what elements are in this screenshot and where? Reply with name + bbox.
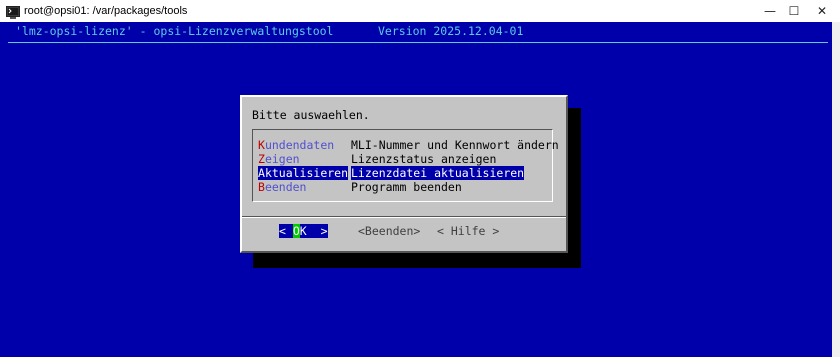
menu-item-aktualisieren[interactable]: Aktualisieren bbox=[258, 166, 349, 180]
menu-tag-label: eigen bbox=[264, 152, 300, 166]
menu-item-description[interactable]: Lizenzstatus anzeigen bbox=[351, 152, 496, 166]
menu-item-description[interactable]: Programm beenden bbox=[351, 180, 462, 194]
header-divider bbox=[8, 42, 828, 43]
hotkey-label: K bbox=[258, 138, 265, 152]
close-button[interactable]: ✕ bbox=[808, 0, 836, 22]
ok-button-left: < bbox=[279, 224, 293, 238]
menu-tag-label: ktualisieren bbox=[264, 166, 349, 180]
menu-item-description[interactable]: Lizenzdatei aktualisieren bbox=[351, 166, 525, 180]
ok-button-right: K > bbox=[299, 224, 328, 238]
beenden-button[interactable]: <Beenden> bbox=[358, 224, 420, 238]
menu-tag-label: undendaten bbox=[264, 138, 335, 152]
window-title: root@opsi01: /var/packages/tools bbox=[24, 5, 188, 17]
app-title: 'lmz-opsi-lizenz' - opsi-Lizenzverwaltun… bbox=[15, 24, 334, 38]
window-titlebar: root@opsi01: /var/packages/tools — ☐ ✕ bbox=[0, 0, 840, 23]
menu-item-kundendaten[interactable]: Kundendaten bbox=[258, 138, 334, 152]
ok-button[interactable]: < OK > bbox=[279, 224, 328, 238]
scrollbar[interactable] bbox=[832, 22, 840, 357]
menu-item-zeigen[interactable]: Zeigen bbox=[258, 152, 300, 166]
hilfe-button[interactable]: < Hilfe > bbox=[437, 224, 499, 238]
terminal-icon bbox=[6, 4, 20, 19]
ok-hotkey: O bbox=[292, 224, 300, 238]
version-label: Version 2025.12.04-01 bbox=[378, 24, 524, 38]
hotkey-label: Z bbox=[258, 152, 265, 166]
button-divider-highlight bbox=[242, 217, 566, 218]
menu-item-beenden[interactable]: Beenden bbox=[258, 180, 306, 194]
menu-tag-label: eenden bbox=[264, 180, 307, 194]
hotkey-label: B bbox=[258, 180, 265, 194]
hotkey-label: A bbox=[258, 166, 265, 180]
maximize-button[interactable]: ☐ bbox=[780, 0, 808, 22]
dialog-prompt: Bitte auswaehlen. bbox=[252, 108, 370, 122]
menu-item-description[interactable]: MLI-Nummer und Kennwort ändern bbox=[351, 138, 559, 152]
